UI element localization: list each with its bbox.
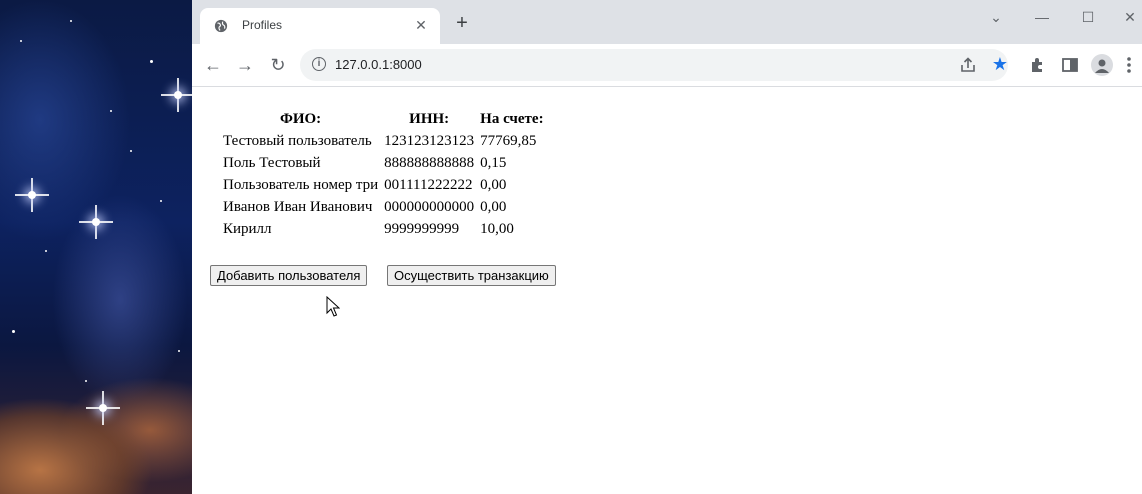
cell-inn: 888888888888 — [384, 154, 475, 171]
star — [70, 20, 72, 22]
address-bar[interactable]: i 127.0.0.1:8000 ★ — [300, 49, 1008, 81]
table-row: Иванов Иван Иванович 000000000000 0,00 — [222, 197, 545, 217]
table-row: Кирилл 9999999999 10,00 — [222, 219, 545, 239]
browser-window: Profiles ✕ + ⌄ — ☐ ✕ ← → ↻ i 127.0.0.1:8… — [192, 0, 1142, 494]
extensions-icon[interactable] — [1027, 54, 1049, 76]
star — [12, 330, 15, 333]
cell-balance: 10,00 — [480, 220, 514, 237]
table-row: Тестовый пользователь 123123123123 77769… — [222, 131, 545, 151]
cell-balance: 77769,85 — [480, 132, 537, 149]
table-row: Пользователь номер три 001111222222 0,00 — [222, 175, 545, 195]
cell-inn: 123123123123 — [384, 132, 475, 149]
tab-strip: Profiles ✕ + ⌄ — ☐ ✕ — [192, 0, 1142, 44]
forward-arrow-icon[interactable]: → — [234, 54, 256, 76]
profiles-table: ФИО: ИНН: На счете: Тестовый пользовател… — [218, 107, 549, 241]
star — [110, 110, 112, 112]
star — [45, 250, 47, 252]
table-header-row: ФИО: ИНН: На счете: — [222, 109, 545, 129]
star — [150, 60, 153, 63]
minimize-icon[interactable]: — — [1030, 8, 1054, 26]
cell-balance: 0,00 — [480, 198, 507, 215]
globe-icon — [214, 19, 228, 33]
column-header-balance: На счете: — [480, 110, 544, 127]
mouse-cursor-icon — [326, 296, 340, 317]
share-icon[interactable] — [959, 56, 977, 74]
side-panel-icon[interactable] — [1059, 54, 1081, 76]
column-header-inn: ИНН: — [409, 110, 450, 127]
chevron-down-icon[interactable]: ⌄ — [984, 8, 1008, 26]
reload-icon[interactable]: ↻ — [267, 54, 289, 76]
close-icon[interactable]: ✕ — [412, 16, 430, 34]
cell-name: Поль Тестовый — [223, 154, 321, 171]
star — [20, 40, 22, 42]
cell-inn: 000000000000 — [384, 198, 475, 215]
cell-name: Кирилл — [223, 220, 272, 237]
star — [178, 350, 180, 352]
bookmark-star-icon[interactable]: ★ — [990, 54, 1010, 74]
cell-inn: 9999999999 — [384, 220, 460, 237]
url-text: 127.0.0.1:8000 — [335, 57, 422, 72]
desktop-wallpaper — [0, 0, 192, 494]
table-row: Поль Тестовый 888888888888 0,15 — [222, 153, 545, 173]
info-icon[interactable]: i — [312, 57, 326, 71]
column-header-name: ФИО: — [279, 110, 322, 127]
cell-name: Тестовый пользователь — [223, 132, 372, 149]
add-user-button[interactable]: Добавить пользователя — [210, 265, 368, 286]
star — [160, 200, 162, 202]
transaction-button[interactable]: Осуществить транзакцию — [387, 265, 556, 286]
maximize-icon[interactable]: ☐ — [1076, 8, 1100, 26]
person-icon — [1095, 59, 1109, 73]
back-arrow-icon[interactable]: ← — [202, 54, 224, 76]
cell-inn: 001111222222 — [384, 176, 473, 193]
cell-balance: 0,00 — [480, 176, 507, 193]
browser-toolbar: ← → ↻ i 127.0.0.1:8000 ★ — [192, 44, 1142, 87]
profile-avatar[interactable] — [1091, 54, 1113, 76]
cell-name: Пользователь номер три — [223, 176, 379, 193]
close-window-icon[interactable]: ✕ — [1118, 8, 1142, 26]
cell-balance: 0,15 — [480, 154, 507, 171]
star — [130, 150, 132, 152]
new-tab-button[interactable]: + — [452, 13, 472, 34]
more-vert-icon[interactable] — [1120, 54, 1138, 76]
cell-name: Иванов Иван Иванович — [223, 198, 373, 215]
tab-profiles[interactable]: Profiles ✕ — [200, 8, 440, 44]
tab-title: Profiles — [242, 18, 283, 32]
page-content: ФИО: ИНН: На счете: Тестовый пользовател… — [192, 87, 1142, 494]
star — [85, 380, 87, 382]
